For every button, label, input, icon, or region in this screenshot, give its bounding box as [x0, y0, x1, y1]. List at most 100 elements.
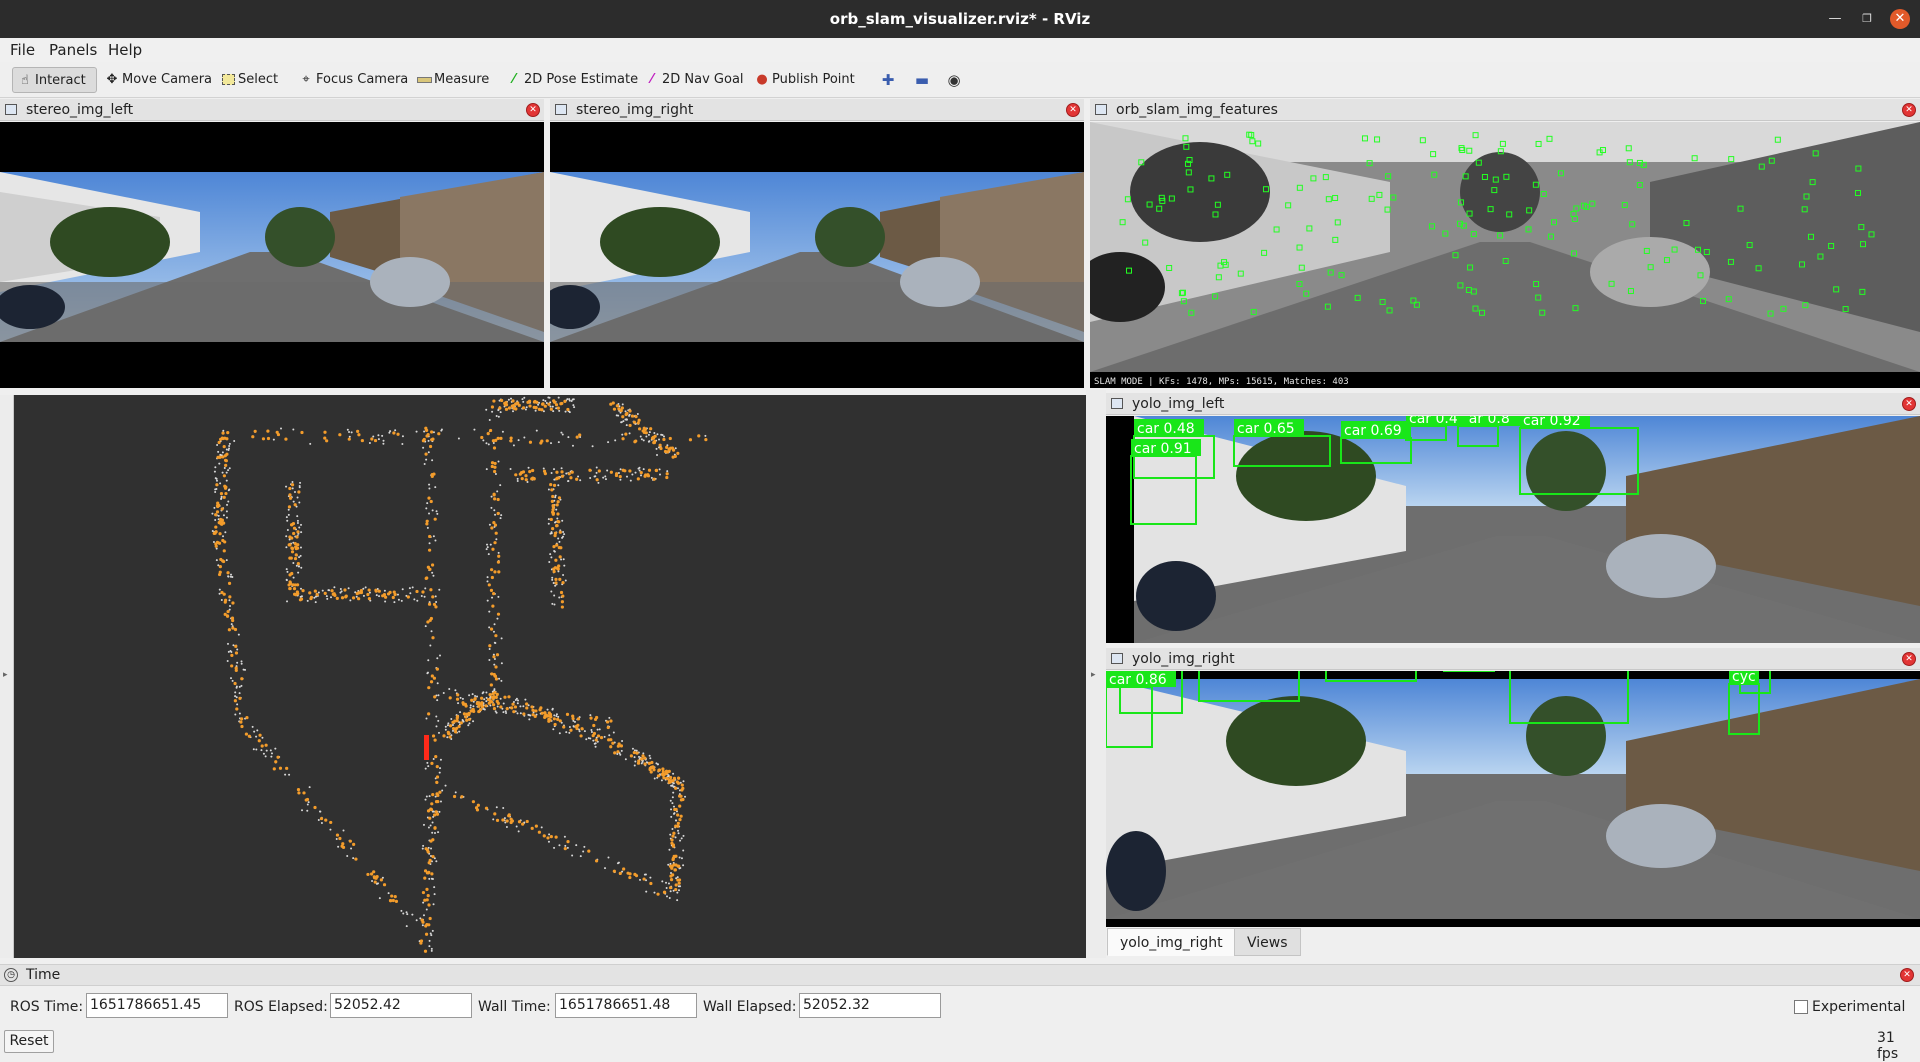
tab-views[interactable]: Views: [1234, 928, 1301, 956]
map-keyframe-point: [493, 812, 497, 816]
close-panel-icon[interactable]: ✕: [1902, 652, 1916, 666]
map-keyframe-point: [605, 720, 610, 724]
minimize-icon[interactable]: —: [1825, 9, 1845, 29]
map-keyframe-point: [555, 543, 559, 547]
title-bar: orb_slam_visualizer.rviz* - RViz — ❐ ✕: [0, 0, 1920, 38]
map-keyframe-point: [596, 734, 601, 738]
map-point: [221, 471, 224, 474]
map-point: [604, 867, 607, 870]
map-keyframe-point: [496, 497, 500, 502]
map-keyframe-point: [676, 813, 680, 817]
map-point: [676, 891, 679, 894]
3d-map-view[interactable]: [14, 395, 1086, 958]
close-window-icon[interactable]: ✕: [1890, 9, 1910, 29]
map-point: [346, 428, 349, 431]
map-keyframe-point: [540, 711, 544, 715]
map-point: [598, 728, 601, 731]
wall-time-field[interactable]: 1651786651.48: [555, 993, 697, 1018]
map-point: [669, 799, 672, 802]
map-point: [415, 430, 418, 433]
collapse-right-icon[interactable]: ▸: [1091, 670, 1096, 680]
measure-button[interactable]: Measure: [412, 67, 495, 93]
map-keyframe-point: [522, 406, 526, 410]
interact-tool-button[interactable]: ☝ Interact: [12, 67, 97, 93]
map-point: [473, 428, 476, 431]
map-keyframe-point: [428, 858, 432, 862]
restore-icon[interactable]: ❐: [1857, 9, 1877, 29]
experimental-label: Experimental: [1812, 999, 1906, 1015]
select-button[interactable]: Select: [216, 67, 284, 93]
right-dock-collapse[interactable]: ▸: [1086, 390, 1106, 958]
map-keyframe-point: [218, 570, 222, 574]
wall-elapsed-field[interactable]: 52052.32: [799, 993, 941, 1018]
map-keyframe-point: [434, 605, 438, 609]
map-keyframe-point: [552, 567, 556, 571]
map-keyframe-point: [559, 546, 563, 550]
move-camera-button[interactable]: ✥ Move Camera: [100, 67, 218, 93]
map-keyframe-point: [558, 555, 562, 559]
map-point: [515, 825, 518, 828]
map-keyframe-point: [433, 738, 437, 742]
map-keyframe-point: [388, 590, 392, 595]
close-panel-icon[interactable]: ✕: [526, 103, 540, 117]
map-keyframe-point: [646, 474, 651, 478]
close-panel-icon[interactable]: ✕: [1900, 968, 1914, 982]
map-point: [625, 475, 628, 478]
close-panel-icon[interactable]: ✕: [1902, 103, 1916, 117]
expand-left-icon[interactable]: ▸: [3, 670, 8, 680]
map-keyframe-point: [530, 477, 534, 481]
map-keyframe-point: [521, 822, 525, 826]
menu-help[interactable]: Help: [108, 41, 142, 59]
add-tool-icon[interactable]: ✚: [879, 71, 897, 89]
map-point: [516, 712, 519, 715]
map-keyframe-point: [465, 718, 469, 722]
map-point: [527, 466, 530, 469]
map-point: [491, 596, 494, 599]
map-keyframe-point: [517, 820, 522, 824]
remove-tool-icon[interactable]: ▬: [913, 71, 931, 89]
map-point: [472, 705, 475, 708]
map-keyframe-point: [223, 486, 228, 490]
map-point: [439, 767, 442, 770]
map-point: [425, 717, 428, 720]
yolo-right-image: car 0.37car 0.86car 0.70car 0.69car 0.8c…: [1106, 671, 1920, 927]
ros-elapsed-field[interactable]: 52052.42: [330, 993, 472, 1018]
map-point: [566, 398, 569, 401]
focus-camera-button[interactable]: ⌖ Focus Camera: [294, 67, 414, 93]
experimental-checkbox[interactable]: [1794, 1000, 1808, 1014]
map-point: [218, 592, 221, 595]
reset-button[interactable]: Reset: [4, 1030, 54, 1053]
close-panel-icon[interactable]: ✕: [1902, 397, 1916, 411]
map-keyframe-point: [688, 438, 693, 442]
map-keyframe-point: [551, 511, 556, 515]
close-panel-icon[interactable]: ✕: [1066, 103, 1080, 117]
left-dock-collapse[interactable]: ▸: [0, 395, 14, 958]
map-keyframe-point: [219, 557, 223, 562]
map-point: [616, 862, 619, 865]
nav-goal-button[interactable]: ⁄ 2D Nav Goal: [640, 67, 750, 93]
map-point: [300, 523, 303, 526]
tab-yolo-img-right[interactable]: yolo_img_right: [1107, 928, 1236, 956]
map-point: [265, 749, 268, 752]
ros-time-field[interactable]: 1651786651.45: [86, 993, 228, 1018]
menu-file[interactable]: File: [10, 41, 35, 59]
eye-icon[interactable]: ◉: [945, 71, 963, 89]
map-keyframe-point: [490, 464, 494, 469]
map-keyframe-point: [616, 744, 620, 748]
map-keyframe-point: [492, 655, 496, 659]
pointcloud-map[interactable]: [14, 395, 1086, 958]
map-point: [333, 586, 336, 589]
map-keyframe-point: [455, 697, 460, 701]
map-keyframe-point: [244, 732, 249, 736]
pose-estimate-button[interactable]: ⁄ 2D Pose Estimate: [502, 67, 644, 93]
map-point: [339, 587, 342, 590]
panel-title: stereo_img_right: [576, 102, 694, 118]
map-keyframe-point: [669, 775, 673, 780]
map-keyframe-point: [240, 717, 244, 721]
menu-panels[interactable]: Panels: [49, 41, 97, 59]
map-point: [670, 808, 673, 811]
map-keyframe-point: [561, 580, 565, 585]
map-keyframe-point: [673, 454, 677, 458]
publish-point-button[interactable]: ● Publish Point: [750, 67, 861, 93]
map-point: [426, 671, 429, 674]
